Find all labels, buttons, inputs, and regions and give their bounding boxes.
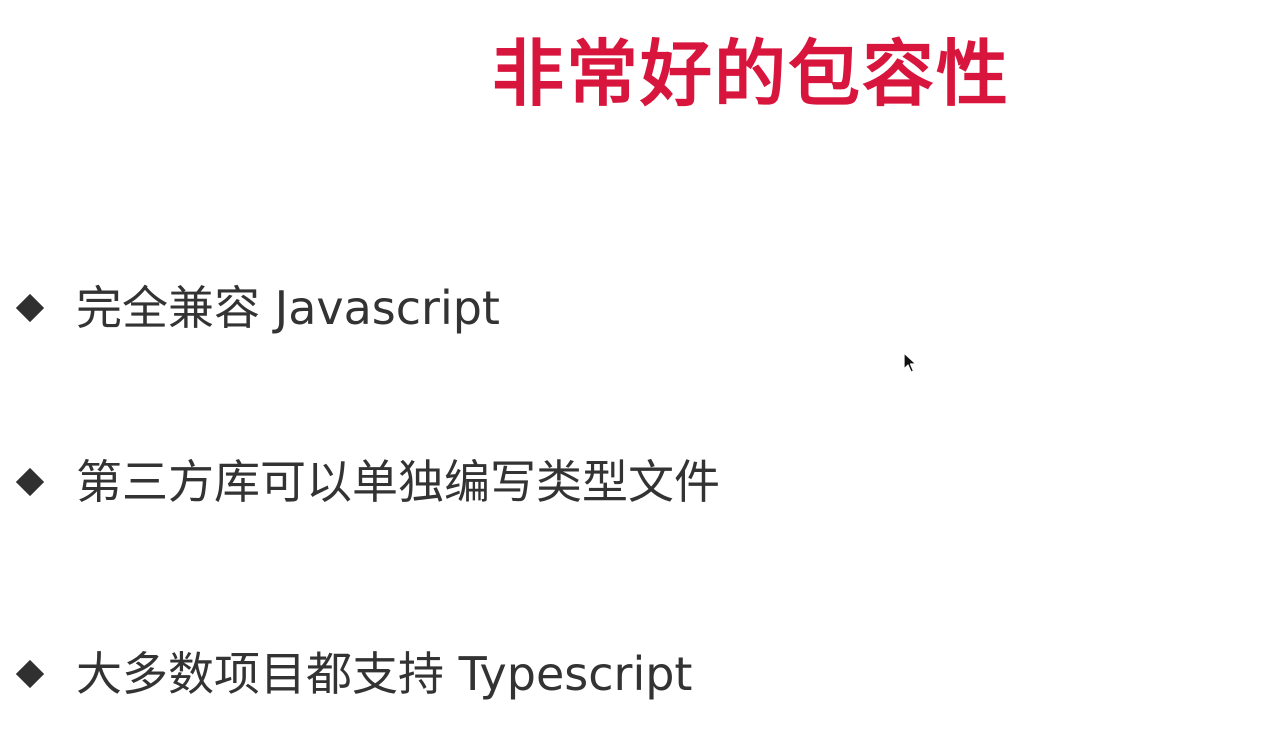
diamond-bullet-icon [14, 292, 46, 324]
bullet-text: 第三方库可以单独编写类型文件 [76, 455, 720, 509]
diamond-bullet-icon [14, 658, 46, 690]
diamond-bullet-icon [14, 466, 46, 498]
bullet-item: 第三方库可以单独编写类型文件 [14, 452, 720, 512]
bullet-text: 大多数项目都支持 Typescript [76, 647, 693, 701]
bullet-item: 大多数项目都支持 Typescript [14, 644, 692, 704]
bullet-item: 完全兼容 Javascript [14, 278, 500, 338]
presentation-slide: 非常好的包容性 完全兼容 Javascript 第三方库可以单独编写类型文件 大… [0, 0, 1264, 756]
slide-title: 非常好的包容性 [492, 32, 1011, 116]
mouse-pointer-icon [903, 352, 917, 373]
bullet-text: 完全兼容 Javascript [76, 281, 500, 335]
